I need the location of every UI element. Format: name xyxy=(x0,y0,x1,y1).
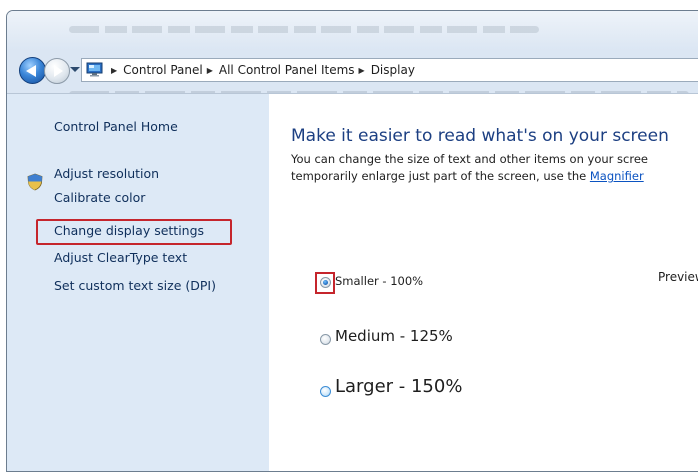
description-line-2: temporarily enlarge just part of the scr… xyxy=(291,169,644,183)
breadcrumb-all-items[interactable]: All Control Panel Items xyxy=(219,63,355,77)
back-button[interactable] xyxy=(19,57,46,84)
magnifier-link[interactable]: Magnifier xyxy=(590,169,644,183)
back-arrow-icon xyxy=(26,65,36,77)
forward-arrow-icon xyxy=(54,65,63,77)
sidebar-item-change-display-settings[interactable]: Change display settings xyxy=(54,223,204,238)
option-label-smaller[interactable]: Smaller - 100% xyxy=(335,274,423,288)
main-panel: Make it easier to read what's on your sc… xyxy=(269,94,698,471)
blurred-title-text xyxy=(69,26,539,33)
content-area: Control Panel Home Adjust resolution Cal… xyxy=(7,93,698,471)
description-line-1: You can change the size of text and othe… xyxy=(291,152,648,166)
title-bar xyxy=(7,11,698,51)
preview-label: Preview xyxy=(658,270,698,284)
radio-medium[interactable] xyxy=(320,334,331,345)
sidebar-item-adjust-resolution[interactable]: Adjust resolution xyxy=(54,166,159,181)
description-line-2-text: temporarily enlarge just part of the scr… xyxy=(291,169,590,183)
sidebar-item-calibrate-color[interactable]: Calibrate color xyxy=(54,190,145,205)
explorer-window: ▶ Control Panel ▶ All Control Panel Item… xyxy=(6,10,698,472)
radio-smaller[interactable] xyxy=(320,277,331,288)
sidebar-item-control-panel-home[interactable]: Control Panel Home xyxy=(54,119,178,134)
breadcrumb-separator-icon[interactable]: ▶ xyxy=(359,66,365,75)
address-bar[interactable]: ▶ Control Panel ▶ All Control Panel Item… xyxy=(81,58,698,82)
recent-pages-dropdown-icon[interactable] xyxy=(70,67,80,72)
shield-icon xyxy=(27,173,43,191)
breadcrumb: ▶ Control Panel ▶ All Control Panel Item… xyxy=(107,59,415,81)
forward-button[interactable] xyxy=(44,58,70,84)
option-label-larger[interactable]: Larger - 150% xyxy=(335,376,462,397)
radio-larger[interactable] xyxy=(320,386,331,397)
sidebar-item-custom-text-size[interactable]: Set custom text size (DPI) xyxy=(54,278,216,293)
navigation-bar: ▶ Control Panel ▶ All Control Panel Item… xyxy=(13,55,698,85)
option-label-medium[interactable]: Medium - 125% xyxy=(335,327,453,345)
sidebar-item-adjust-cleartype[interactable]: Adjust ClearType text xyxy=(54,250,187,265)
task-sidebar: Control Panel Home Adjust resolution Cal… xyxy=(7,94,269,471)
breadcrumb-control-panel[interactable]: Control Panel xyxy=(123,63,203,77)
control-panel-icon xyxy=(86,62,103,77)
breadcrumb-separator-icon[interactable]: ▶ xyxy=(111,66,117,75)
breadcrumb-separator-icon[interactable]: ▶ xyxy=(207,66,213,75)
page-title: Make it easier to read what's on your sc… xyxy=(291,126,669,146)
breadcrumb-display[interactable]: Display xyxy=(371,63,415,77)
